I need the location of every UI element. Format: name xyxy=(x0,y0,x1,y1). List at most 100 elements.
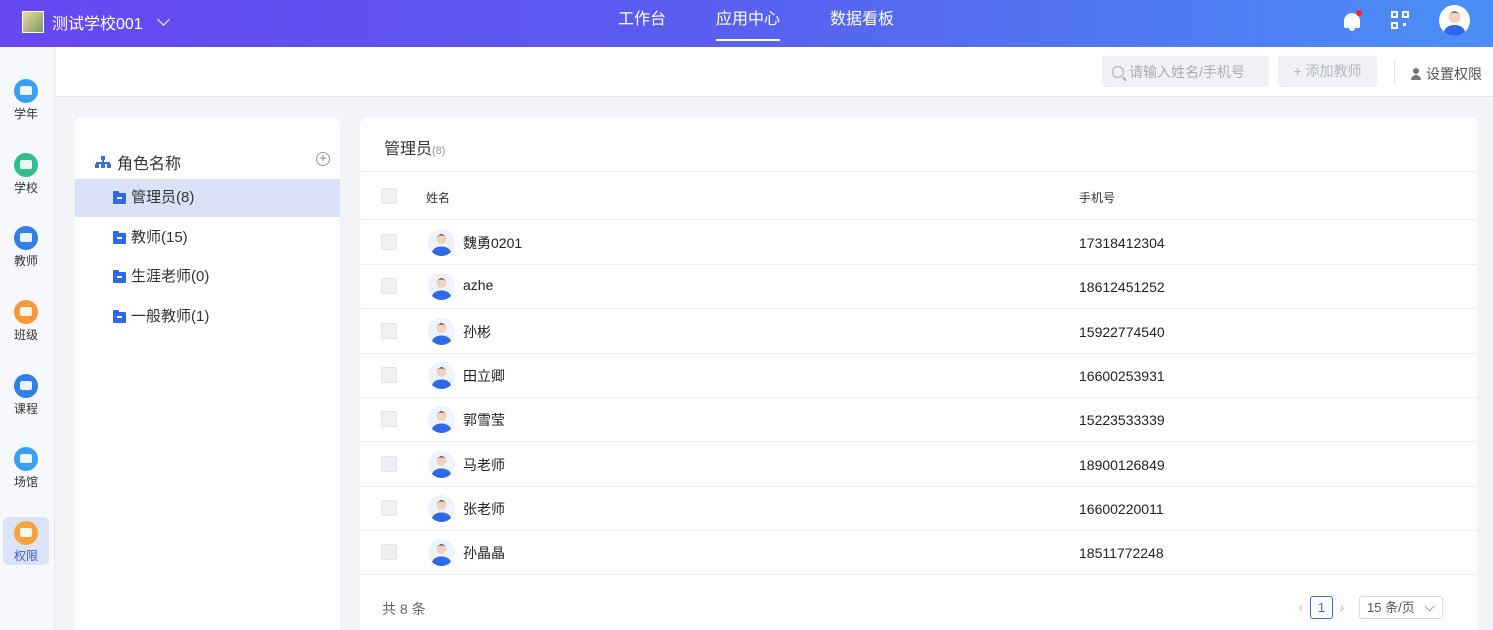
member-phone: 16600220011 xyxy=(1079,500,1164,517)
table-row[interactable]: 郭雪莹 15223533339 xyxy=(360,397,1477,441)
member-name: azhe xyxy=(463,277,494,294)
school-switcher[interactable]: 测试学校001 xyxy=(22,9,170,35)
set-permission-button[interactable]: 设置权限 xyxy=(1411,64,1482,84)
avatar xyxy=(428,450,455,478)
member-phone: 15223533339 xyxy=(1079,412,1165,429)
table-title-text: 管理员 xyxy=(384,141,433,158)
sidebar-item-course[interactable]: 课程 xyxy=(3,370,49,418)
book-icon xyxy=(14,374,38,398)
column-header-phone: 手机号 xyxy=(1079,191,1116,205)
role-item-label: 教师(15) xyxy=(131,229,188,246)
row-checkbox[interactable] xyxy=(381,455,397,472)
avatar xyxy=(428,494,455,522)
permission-icon xyxy=(14,521,38,545)
nav-app-center[interactable]: 应用中心 xyxy=(716,0,781,47)
set-permission-label: 设置权限 xyxy=(1426,66,1482,82)
row-checkbox[interactable] xyxy=(381,544,397,561)
divider xyxy=(360,171,1477,172)
member-name: 张老师 xyxy=(463,500,505,517)
sidebar-item-class[interactable]: 班级 xyxy=(3,296,49,344)
row-checkbox[interactable] xyxy=(381,366,397,383)
member-phone: 18511772248 xyxy=(1079,545,1164,562)
select-all-checkbox[interactable] xyxy=(381,188,397,204)
next-page-button[interactable]: › xyxy=(1333,599,1351,615)
page-number[interactable]: 1 xyxy=(1310,595,1333,619)
member-phone: 16600253931 xyxy=(1079,367,1165,384)
table-row[interactable]: 田立卿 16600253931 xyxy=(360,353,1477,397)
role-panel-header: 角色名称 xyxy=(95,150,181,174)
add-role-icon[interactable]: + xyxy=(316,152,330,166)
sidebar-item-venue[interactable]: 场馆 xyxy=(3,443,49,491)
member-phone: 17318412304 xyxy=(1079,235,1165,251)
venue-icon xyxy=(14,447,38,471)
sidebar-item-label: 学校 xyxy=(13,181,38,195)
table-row[interactable]: 孙晶晶 18511772248 xyxy=(360,530,1477,574)
user-icon xyxy=(1411,68,1421,80)
class-icon xyxy=(14,300,38,324)
school-logo xyxy=(22,11,44,33)
member-name: 魏勇0201 xyxy=(463,235,523,251)
folder-icon xyxy=(113,269,126,283)
school-icon xyxy=(14,153,38,177)
table-row[interactable]: 魏勇0201 17318412304 xyxy=(360,220,1477,264)
sidebar-item-label: 场馆 xyxy=(13,475,38,489)
user-avatar[interactable] xyxy=(1439,5,1470,36)
row-checkbox[interactable] xyxy=(381,499,397,516)
member-name: 孙彬 xyxy=(463,323,491,340)
avatar xyxy=(428,539,455,567)
prev-page-button[interactable]: ‹ xyxy=(1292,599,1310,615)
row-checkbox[interactable] xyxy=(381,278,397,295)
table-row[interactable]: 孙彬 15922774540 xyxy=(360,309,1477,353)
sidebar-item-school-year[interactable]: 学年 xyxy=(3,75,49,123)
notification-dot xyxy=(1356,10,1362,16)
qr-code-icon[interactable] xyxy=(1391,11,1409,29)
avatar xyxy=(428,229,455,256)
divider xyxy=(1394,61,1395,83)
table-title: 管理员(8) xyxy=(384,135,445,159)
nav-workbench[interactable]: 工作台 xyxy=(618,0,666,47)
member-name: 孙晶晶 xyxy=(463,545,505,562)
table-row[interactable]: 马老师 18900126849 xyxy=(360,442,1477,486)
search-box[interactable] xyxy=(1102,56,1269,87)
toolbar: + 添加教师 设置权限 xyxy=(56,47,1493,97)
sidebar-item-school[interactable]: 学校 xyxy=(3,149,49,197)
app-sidebar: 学年 学校 教师 班级 课程 场馆 权限 xyxy=(0,47,55,630)
table-title-count: (8) xyxy=(432,145,446,157)
role-item-label: 管理员(8) xyxy=(131,189,195,206)
table-row[interactable]: azhe 18612451252 xyxy=(360,264,1477,308)
sidebar-item-permission[interactable]: 权限 xyxy=(3,517,49,565)
avatar xyxy=(428,273,455,301)
row-checkbox[interactable] xyxy=(381,411,397,428)
table-row[interactable]: 张老师 16600220011 xyxy=(360,486,1477,530)
total-count: 共 8 条 xyxy=(382,601,426,617)
top-bar: 测试学校001 工作台 应用中心 数据看板 xyxy=(0,0,1493,47)
folder-icon xyxy=(113,309,126,323)
row-checkbox[interactable] xyxy=(381,322,397,339)
role-item-career-teacher[interactable]: 生涯老师(0) xyxy=(75,258,340,296)
bell-icon[interactable] xyxy=(1343,10,1362,32)
role-panel: 角色名称 + 管理员(8) 教师(15) 生涯老师(0) 一般教师(1) xyxy=(75,117,340,630)
top-nav: 工作台 应用中心 数据看板 xyxy=(618,0,944,47)
sidebar-item-label: 班级 xyxy=(13,328,38,342)
member-table-panel: 管理员(8) 姓名 手机号 魏勇0201 17318412304 azhe 18612… xyxy=(360,117,1477,630)
chevron-down-icon xyxy=(156,13,170,26)
role-item-general-teacher[interactable]: 一般教师(1) xyxy=(75,298,340,336)
add-teacher-button[interactable]: + 添加教师 xyxy=(1278,56,1377,87)
member-phone: 15922774540 xyxy=(1079,323,1165,340)
sidebar-item-teacher[interactable]: 教师 xyxy=(3,222,49,270)
sidebar-item-label: 教师 xyxy=(13,254,38,268)
column-header-name: 姓名 xyxy=(426,191,451,205)
search-input[interactable] xyxy=(1129,63,1259,80)
role-item-teacher[interactable]: 教师(15) xyxy=(75,219,340,257)
member-name: 马老师 xyxy=(463,456,505,473)
pagination: ‹ 1 › 15 条/页 xyxy=(1292,595,1443,619)
avatar xyxy=(428,361,455,389)
role-item-admin[interactable]: 管理员(8) xyxy=(75,179,340,217)
role-panel-title: 角色名称 xyxy=(117,156,182,173)
nav-dashboard[interactable]: 数据看板 xyxy=(830,0,894,47)
row-checkbox[interactable] xyxy=(381,234,397,250)
org-tree-icon xyxy=(95,156,111,168)
page-size-select[interactable]: 15 条/页 xyxy=(1359,595,1443,619)
member-name: 田立卿 xyxy=(463,367,505,384)
search-icon xyxy=(1112,65,1124,78)
